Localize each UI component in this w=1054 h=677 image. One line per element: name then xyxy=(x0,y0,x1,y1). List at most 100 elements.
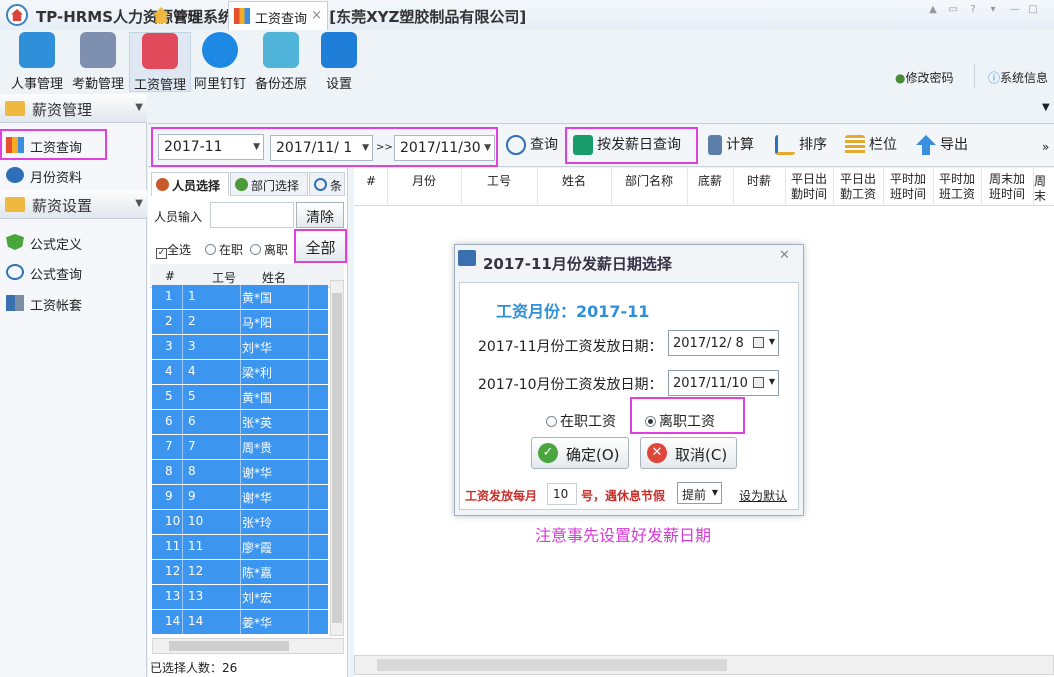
grid-column-header[interactable]: 工号 xyxy=(462,174,536,189)
payday-day-input[interactable]: 10 xyxy=(547,483,577,505)
toolbar-backup-button[interactable]: 备份还原 xyxy=(250,32,312,92)
table-row[interactable]: 10 10 张*玲 xyxy=(152,510,328,534)
grid-column-header[interactable]: 平时加 班时间 xyxy=(884,172,932,202)
person-input[interactable] xyxy=(210,202,294,228)
set-default-link[interactable]: 设为默认 xyxy=(739,487,787,504)
column-separator xyxy=(1033,168,1034,206)
grid-column-header[interactable]: 姓名 xyxy=(538,174,610,189)
maximize-button[interactable]: □ xyxy=(1026,4,1040,16)
subtab-person[interactable]: 人员选择 xyxy=(151,172,229,196)
bar-chart-icon xyxy=(234,8,250,24)
filter-left-radio[interactable]: 离职 xyxy=(250,241,288,258)
help-icon[interactable]: ? xyxy=(966,4,980,16)
radio-active-salary-label: 在职工资 xyxy=(560,414,616,430)
nov-payday-picker[interactable]: 2017/12/ 8 ▼ xyxy=(668,330,779,356)
dialog-close-icon[interactable]: ✕ xyxy=(779,248,790,263)
table-row[interactable]: 12 12 陈*嘉 xyxy=(152,560,328,584)
column-separator xyxy=(883,168,884,206)
nav-item-monthly-data[interactable]: 月份资料 xyxy=(0,161,147,189)
all-button[interactable]: 全部 xyxy=(294,229,347,263)
chevron-down-icon: ▼ xyxy=(135,198,143,209)
tab-menu-chevron-icon[interactable]: ▼ xyxy=(1042,102,1050,113)
toolbar-settings-button[interactable]: 设置 xyxy=(308,32,370,92)
cancel-button[interactable]: ✕ 取消(C) xyxy=(640,437,737,469)
employee-id: 7 xyxy=(188,439,196,453)
minimize-button[interactable]: — xyxy=(1008,4,1022,16)
change-password-link[interactable]: ●修改密码 xyxy=(895,69,954,86)
grid-column-header[interactable]: 月份 xyxy=(388,174,460,189)
toolbar-hr-button[interactable]: 人事管理 xyxy=(6,32,68,92)
people-icon xyxy=(19,32,55,68)
subtab-condition[interactable]: 条 xyxy=(309,172,345,196)
message-icon[interactable]: ▭ xyxy=(946,4,960,16)
nav-item-formula-query[interactable]: 公式查询 xyxy=(0,258,147,286)
grid-column-header[interactable]: 周末加 班时间 xyxy=(982,172,1032,202)
holiday-option-select[interactable]: 提前 ▼ xyxy=(677,482,722,504)
table-row[interactable]: 11 11 廖*霞 xyxy=(152,535,328,559)
toolbar-payroll-label: 工资管理 xyxy=(133,78,186,93)
scrollbar-thumb[interactable] xyxy=(169,641,289,651)
ok-button[interactable]: ✓ 确定(O) xyxy=(531,437,629,469)
nav-item-salary-set[interactable]: 工资帐套 xyxy=(0,289,147,317)
grid-column-header[interactable]: 底薪 xyxy=(688,174,732,189)
sort-button[interactable]: 排序 xyxy=(775,134,827,160)
table-row[interactable]: 9 9 谢*华 xyxy=(152,485,328,509)
scrollbar-thumb[interactable] xyxy=(377,659,727,671)
radio-active-salary[interactable]: 在职工资 xyxy=(546,411,616,431)
employee-name: 马*阳 xyxy=(242,316,273,330)
table-row[interactable]: 8 8 谢*华 xyxy=(152,460,328,484)
table-row[interactable]: 5 5 黄*国 xyxy=(152,385,328,409)
query-button[interactable]: 查询 xyxy=(506,134,558,160)
nav-item-formula-definition[interactable]: 公式定义 xyxy=(0,228,147,256)
skin-icon[interactable]: ▲ xyxy=(926,4,940,16)
dingtalk-icon xyxy=(202,32,238,68)
employee-horizontal-scrollbar[interactable] xyxy=(152,638,344,654)
row-index: 2 xyxy=(165,314,173,328)
system-info-link[interactable]: ⓘ系统信息 xyxy=(988,69,1048,86)
grid-column-header[interactable]: 部门名称 xyxy=(612,174,686,189)
nav-group-salary-settings[interactable]: 薪资设置 ▼ xyxy=(0,190,147,219)
table-row[interactable]: 4 4 梁*利 xyxy=(152,360,328,384)
clear-button[interactable]: 清除 xyxy=(296,202,344,228)
table-row[interactable]: 2 2 马*阳 xyxy=(152,310,328,334)
grid-column-header[interactable]: 时薪 xyxy=(734,174,784,189)
column-separator xyxy=(785,168,786,206)
tab-bar xyxy=(148,94,1054,124)
calculate-button[interactable]: 计算 xyxy=(708,134,754,160)
user-icon: ● xyxy=(895,71,906,85)
tab-salary-query[interactable]: 工资查询 × xyxy=(228,1,328,30)
oct-payday-label: 2017-10月份工资发放日期： xyxy=(478,377,663,393)
grid-column-header[interactable]: 平时加 班工资 xyxy=(934,172,980,202)
employee-vertical-scrollbar[interactable] xyxy=(330,280,344,636)
table-row[interactable]: 1 1 黄*国 xyxy=(152,285,328,309)
export-button[interactable]: 导出 xyxy=(916,134,968,160)
employee-name: 刘*宏 xyxy=(242,591,273,605)
grid-column-header[interactable]: # xyxy=(358,174,384,189)
columns-button[interactable]: 栏位 xyxy=(845,134,897,160)
filter-active-radio[interactable]: 在职 xyxy=(205,241,243,258)
table-row[interactable]: 3 3 刘*华 xyxy=(152,335,328,359)
toolbar-dingtalk-button[interactable]: 阿里钉钉 xyxy=(189,32,251,92)
tab-home[interactable]: 开始 xyxy=(148,1,224,30)
table-row[interactable]: 14 14 姜*华 xyxy=(152,610,328,634)
table-row[interactable]: 6 6 张*英 xyxy=(152,410,328,434)
grid-horizontal-scrollbar[interactable] xyxy=(354,655,1054,675)
toolbar-attendance-button[interactable]: 考勤管理 xyxy=(67,32,129,92)
grid-column-header[interactable]: 平日出 勤工资 xyxy=(834,172,882,202)
subtab-department[interactable]: 部门选择 xyxy=(230,172,308,196)
toolbar-payroll-button[interactable]: 工资管理 xyxy=(129,32,191,93)
nav-group-salary-management[interactable]: 薪资管理 ▼ xyxy=(0,94,147,123)
grid-column-header[interactable]: 周末 xyxy=(1034,174,1054,204)
scrollbar-thumb[interactable] xyxy=(332,293,342,623)
employee-id: 8 xyxy=(188,464,196,478)
select-all-checkbox[interactable]: ✓ 全选 xyxy=(156,241,191,259)
tab-close-icon[interactable]: × xyxy=(311,8,322,23)
more-chevron-icon[interactable]: » xyxy=(1042,140,1049,154)
settings-small-icon[interactable]: ▾ xyxy=(986,4,1000,16)
table-row[interactable]: 13 13 刘*宏 xyxy=(152,585,328,609)
payday-suffix-label: 号，遇休息节假 xyxy=(581,489,666,503)
radio-left-salary[interactable]: 离职工资 xyxy=(645,411,715,431)
grid-column-header[interactable]: 平日出 勤时间 xyxy=(786,172,832,202)
oct-payday-picker[interactable]: 2017/11/10 ▼ xyxy=(668,370,779,396)
table-row[interactable]: 7 7 周*贵 xyxy=(152,435,328,459)
